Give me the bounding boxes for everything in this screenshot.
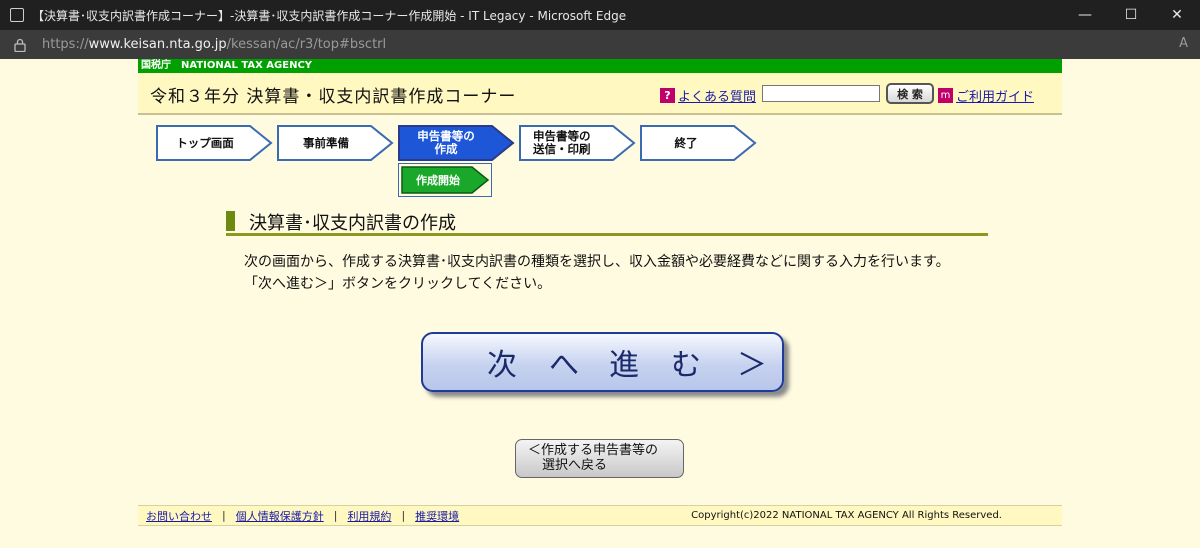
back-button[interactable]: ＜作成する申告書等の 選択へ戻る [515,439,684,478]
page-footer: お問い合わせ | 個人情報保護方針 | 利用規約 | 推奨環境 Copyrigh… [138,505,1062,526]
agency-bar: 国税庁 NATIONAL TAX AGENCY [138,59,1062,73]
back-button-line1: ＜作成する申告書等の [528,443,659,458]
copyright-text: Copyright(c)2022 NATIONAL TAX AGENCY All… [691,510,1002,521]
page-header: 令和３年分 決算書・収支内訳書作成コーナー ? よくある質問 検 索 m ご利用… [138,73,1062,115]
step-label: 終了 [674,135,698,150]
faq-link-group[interactable]: ? よくある質問 [660,86,756,105]
read-aloud-icon[interactable]: A [1179,36,1188,51]
substep-start: 作成開始 [398,163,492,197]
step-label: 申告書等の 送信・印刷 [519,125,609,161]
search-button[interactable]: 検 索 [886,83,934,104]
guide-link[interactable]: ご利用ガイド [956,86,1034,105]
address-bar[interactable]: https://www.keisan.nta.go.jp/kessan/ac/r… [0,30,1200,59]
next-button-char: へ [549,348,579,383]
close-button[interactable]: ✕ [1154,0,1200,30]
back-button-line2: 選択へ戻る [542,458,608,473]
section-title: 決算書･収支内訳書の作成 [249,213,456,234]
step-finish: 終了 [640,125,757,161]
page-title: 令和３年分 決算書・収支内訳書作成コーナー [150,87,517,107]
step-create-active: 申告書等の 作成 [398,125,515,161]
recommended-environment-link[interactable]: 推奨環境 [415,508,459,524]
minimize-button[interactable]: — [1062,0,1108,30]
page-content: 国税庁 NATIONAL TAX AGENCY 令和３年分 決算書・収支内訳書作… [0,59,1200,548]
footer-separator: | [333,509,338,522]
step-label: 事前準備 [303,135,349,150]
section-marker [226,211,235,231]
privacy-policy-link[interactable]: 個人情報保護方針 [236,508,324,524]
window-titlebar: 【決算書･収支内訳書作成コーナー】-決算書･収支内訳書作成コーナー作成開始 - … [0,0,1200,30]
lock-icon[interactable] [14,38,26,52]
next-button-char: む [671,348,701,383]
url-host: www.keisan.nta.go.jp [88,37,227,52]
footer-separator: | [401,509,406,522]
step-label-line2: 送信・印刷 [533,142,591,156]
next-button-char: 次 [487,348,517,383]
window-controls: — ☐ ✕ [1062,0,1200,30]
section-description: 次の画面から、作成する決算書･収支内訳書の種類を選択し、収入金額や必要経費などに… [244,251,950,295]
url-path: /kessan/ac/r3/top#bsctrl [226,37,387,52]
step-send-print: 申告書等の 送信・印刷 [519,125,636,161]
step-top: トップ画面 [156,125,273,161]
faq-link[interactable]: よくある質問 [678,86,756,105]
window-title: 【決算書･収支内訳書作成コーナー】-決算書･収支内訳書作成コーナー作成開始 - … [32,8,627,23]
description-line-2: 「次へ進む＞」ボタンをクリックしてください。 [244,276,552,292]
search-input[interactable] [762,85,880,102]
next-button-char: 進 [609,348,639,383]
url-prefix: https:// [42,37,89,52]
next-button-char: ＞ [737,348,767,383]
step-preparation: 事前準備 [277,125,394,161]
book-icon: m [938,88,953,103]
step-label: トップ画面 [176,135,234,150]
question-icon: ? [660,88,675,103]
section-underline [226,233,988,236]
maximize-button[interactable]: ☐ [1108,0,1154,30]
step-label: 申告書等の 作成 [398,125,494,161]
footer-separator: | [222,509,226,522]
guide-link-group[interactable]: m ご利用ガイド [938,86,1034,105]
description-line-1: 次の画面から、作成する決算書･収支内訳書の種類を選択し、収入金額や必要経費などに… [244,254,950,270]
next-button[interactable]: 次 へ 進 む ＞ [421,332,784,392]
terms-of-use-link[interactable]: 利用規約 [347,508,391,524]
contact-link[interactable]: お問い合わせ [146,508,212,524]
step-label-line2: 作成 [434,142,458,156]
substep-label: 作成開始 [416,173,460,187]
page-favicon-icon [10,8,24,22]
url-text[interactable]: https://www.keisan.nta.go.jp/kessan/ac/r… [42,37,386,52]
